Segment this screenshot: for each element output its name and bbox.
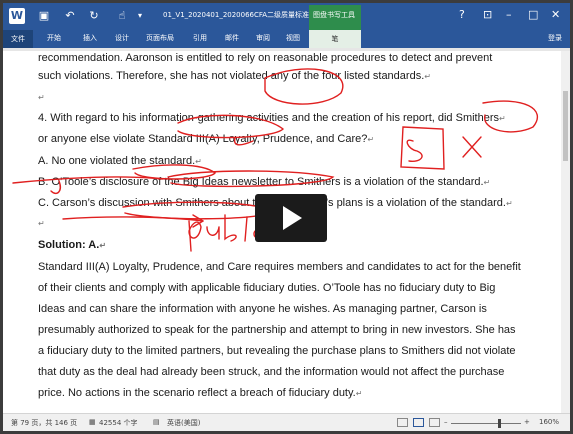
macro-icon[interactable]: ▤	[153, 418, 160, 426]
undo-icon[interactable]: ↶	[63, 9, 77, 23]
tab-layout[interactable]: 页面布局	[146, 33, 174, 43]
help-icon[interactable]: ?	[459, 7, 465, 23]
word-count[interactable]: 42554 个字	[99, 418, 138, 428]
video-play-button[interactable]	[255, 194, 327, 242]
tab-mailings[interactable]: 邮件	[225, 33, 239, 43]
tab-file[interactable]: 文件	[3, 30, 33, 48]
minimize-button[interactable]: –	[506, 7, 512, 23]
touch-mode-icon[interactable]: ☝	[115, 9, 129, 23]
print-layout-icon[interactable]	[413, 418, 424, 427]
proofing-icon[interactable]: ▦	[89, 418, 96, 426]
ribbon-tabs: 文件 开始 插入 设计 页面布局 引用 邮件 审阅 视图 笔 登录	[3, 30, 570, 48]
vertical-scrollbar[interactable]	[561, 51, 570, 413]
customize-qat-icon[interactable]: ▾	[133, 9, 147, 23]
maximize-button[interactable]: □	[528, 7, 538, 23]
zoom-slider-thumb[interactable]	[498, 419, 501, 428]
language-status[interactable]: 英语(美国)	[167, 418, 200, 428]
page-count[interactable]: 第 79 页，共 146 页	[11, 418, 77, 428]
document-body[interactable]: recommendation. Aaronson is entitled to …	[3, 51, 570, 413]
tab-design[interactable]: 设计	[115, 33, 129, 43]
redo-icon[interactable]: ↻	[87, 9, 101, 23]
tab-home[interactable]: 开始	[47, 33, 61, 43]
ribbon-display-icon[interactable]: ⊡	[483, 7, 492, 23]
word-app-icon: W	[9, 8, 25, 24]
tab-pen[interactable]: 笔	[309, 30, 361, 48]
tab-references[interactable]: 引用	[193, 33, 207, 43]
zoom-in-icon[interactable]: +	[524, 418, 530, 426]
zoom-out-icon[interactable]: –	[444, 418, 448, 426]
title-bar: W ▣ ↶ ↻ ☝ ▾ 01_V1_2020401_2020066CFA二级质量…	[3, 3, 570, 30]
tab-view[interactable]: 视图	[286, 33, 300, 43]
save-icon[interactable]: ▣	[37, 9, 51, 23]
contextual-tab-header: 图盘书写工具	[309, 5, 361, 30]
tab-review[interactable]: 审阅	[256, 33, 270, 43]
status-bar: 第 79 页，共 146 页 ▦ 42554 个字 ▤ 英语(美国) – + 1…	[3, 413, 570, 431]
read-mode-icon[interactable]	[397, 418, 408, 427]
login-link[interactable]: 登录	[548, 33, 562, 43]
zoom-slider[interactable]	[451, 423, 521, 424]
tab-insert[interactable]: 插入	[83, 33, 97, 43]
close-button[interactable]: ✕	[551, 7, 560, 23]
word-window: W ▣ ↶ ↻ ☝ ▾ 01_V1_2020401_2020066CFA二级质量…	[3, 3, 570, 431]
document-title: 01_V1_2020401_2020066CFA二级质量标准...	[163, 11, 316, 19]
scrollbar-thumb[interactable]	[563, 91, 568, 161]
zoom-level[interactable]: 160%	[539, 418, 559, 426]
web-layout-icon[interactable]	[429, 418, 440, 427]
